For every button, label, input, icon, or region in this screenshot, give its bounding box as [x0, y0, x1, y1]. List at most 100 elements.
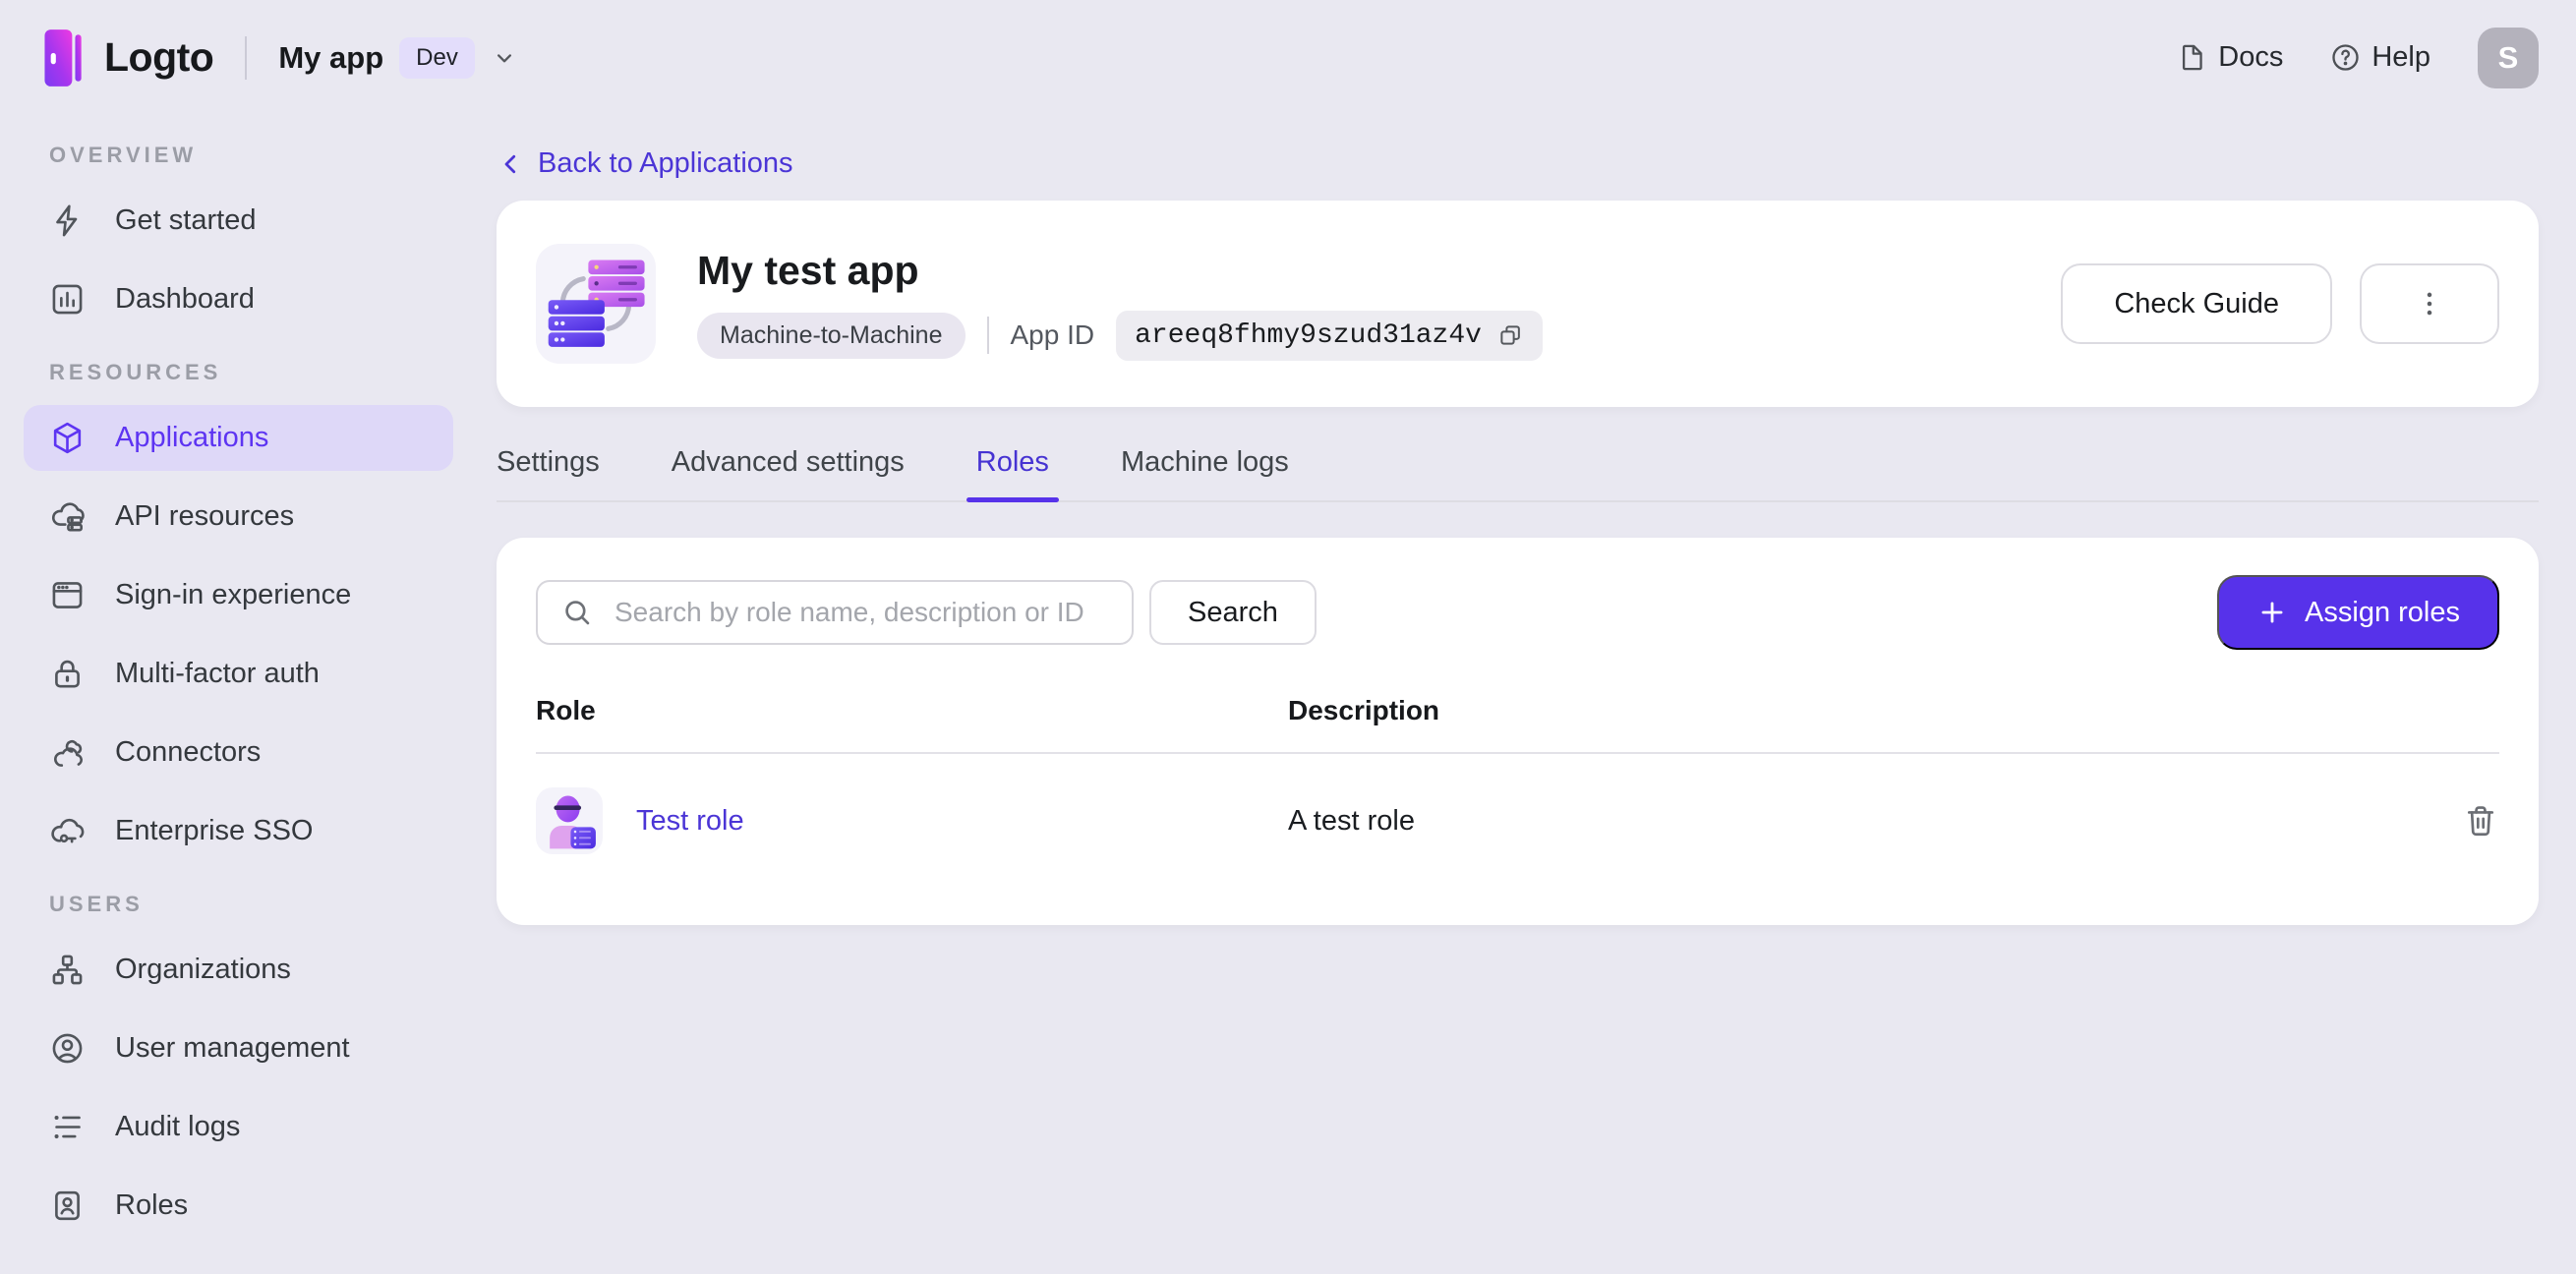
- column-header-description: Description: [1288, 695, 1440, 725]
- app-type-badge: Machine-to-Machine: [697, 312, 966, 359]
- machine-to-machine-app-icon: [536, 244, 656, 364]
- column-header-role: Role: [536, 695, 596, 725]
- sidebar-item-user-management[interactable]: User management: [24, 1015, 453, 1081]
- help-circle-icon: [2330, 42, 2361, 73]
- assign-roles-button[interactable]: Assign roles: [2217, 575, 2499, 650]
- id-card-icon: [49, 1187, 86, 1224]
- tenant-name: My app: [278, 39, 384, 75]
- app-detail-tabs: Settings Advanced settings Roles Machine lo…: [497, 446, 2539, 502]
- sidebar-item-label: User management: [115, 1032, 350, 1064]
- sidebar-item-connectors[interactable]: Connectors: [24, 720, 453, 785]
- sidebar-section-users: USERS Organizations User management Audit l…: [24, 890, 453, 1239]
- topbar: Logto My app Dev Docs Help S: [0, 0, 2576, 115]
- app-header-actions: Check Guide: [2061, 263, 2499, 344]
- sidebar-item-label: Dashboard: [115, 283, 255, 315]
- sidebar-item-dashboard[interactable]: Dashboard: [24, 266, 453, 332]
- main-content: Back to Applications My test app Machine…: [477, 115, 2576, 1274]
- back-to-applications-link[interactable]: Back to Applications: [497, 147, 793, 180]
- user-avatar[interactable]: S: [2478, 27, 2539, 88]
- cloud-key-icon: [49, 813, 86, 849]
- brand-name: Logto: [104, 34, 214, 80]
- bolt-icon: [49, 203, 86, 239]
- app-info: My test app Machine-to-Machine App ID ar…: [697, 248, 1543, 361]
- docs-button[interactable]: Docs: [2177, 41, 2283, 74]
- roles-table-header: Role Description: [536, 683, 2499, 754]
- logto-brand[interactable]: Logto: [37, 28, 214, 88]
- roles-table: Role Description Test role A test role: [536, 683, 2499, 888]
- search-input[interactable]: [536, 580, 1134, 645]
- sidebar-item-get-started[interactable]: Get started: [24, 188, 453, 254]
- app-id-label: App ID: [1010, 319, 1095, 350]
- sidebar-item-roles[interactable]: Roles: [24, 1173, 453, 1239]
- sidebar-item-label: Connectors: [115, 736, 262, 768]
- search-box: [536, 580, 1134, 645]
- help-button[interactable]: Help: [2330, 41, 2430, 74]
- topbar-actions: Docs Help S: [2177, 27, 2539, 88]
- sidebar-item-label: Get started: [115, 204, 257, 236]
- app-id-pill[interactable]: areeq8fhmy9szud31az4v: [1116, 310, 1543, 361]
- tenant-switcher[interactable]: My app Dev: [278, 36, 518, 79]
- tab-roles[interactable]: Roles: [966, 446, 1060, 502]
- logto-logo-icon: [37, 28, 85, 88]
- bar-chart-icon: [49, 281, 86, 318]
- sidebar: OVERVIEW Get started Dashboard RESOURCES App…: [0, 115, 477, 1274]
- sidebar-item-label: Organizations: [115, 954, 291, 985]
- roles-panel-card: Search Assign roles Role Description: [497, 538, 2539, 925]
- user-circle-icon: [49, 1030, 86, 1067]
- tab-settings[interactable]: Settings: [497, 446, 600, 500]
- sidebar-section-resources: RESOURCES Applications API resources Sign-i…: [24, 358, 453, 864]
- audit-list-icon: [49, 1109, 86, 1145]
- lock-icon: [49, 656, 86, 692]
- plus-icon: [2256, 597, 2288, 628]
- sidebar-item-organizations[interactable]: Organizations: [24, 937, 453, 1003]
- chevron-left-icon: [497, 149, 526, 179]
- copy-icon[interactable]: [1496, 321, 1524, 349]
- more-actions-button[interactable]: [2360, 263, 2499, 344]
- sidebar-item-multi-factor-auth[interactable]: Multi-factor auth: [24, 641, 453, 707]
- help-label: Help: [2371, 41, 2430, 73]
- sidebar-item-label: Audit logs: [115, 1111, 241, 1142]
- kebab-menu-icon: [2413, 287, 2446, 320]
- trash-icon[interactable]: [2462, 802, 2499, 840]
- search-icon: [561, 597, 593, 628]
- document-icon: [2177, 42, 2207, 73]
- cloud-server-icon: [49, 498, 86, 535]
- sidebar-section-overview: OVERVIEW Get started Dashboard: [24, 141, 453, 332]
- sidebar-item-audit-logs[interactable]: Audit logs: [24, 1094, 453, 1160]
- assign-roles-label: Assign roles: [2305, 596, 2460, 628]
- app-meta-row: Machine-to-Machine App ID areeq8fhmy9szu…: [697, 310, 1543, 361]
- topbar-divider: [245, 35, 248, 80]
- role-description: A test role: [1288, 804, 1415, 837]
- sidebar-item-label: Enterprise SSO: [115, 815, 314, 846]
- clouds-icon: [49, 734, 86, 771]
- env-badge: Dev: [399, 36, 475, 79]
- app-header-card: My test app Machine-to-Machine App ID ar…: [497, 201, 2539, 407]
- sidebar-item-sign-in-experience[interactable]: Sign-in experience: [24, 562, 453, 628]
- role-avatar: [536, 787, 603, 854]
- docs-label: Docs: [2218, 41, 2284, 73]
- chevron-down-icon: [491, 44, 518, 72]
- sidebar-item-label: Applications: [115, 422, 269, 453]
- meta-divider: [986, 317, 989, 354]
- table-row: Test role A test role: [536, 754, 2499, 888]
- browser-icon: [49, 577, 86, 613]
- roles-filter-row: Search Assign roles: [536, 575, 2499, 650]
- role-name-link[interactable]: Test role: [636, 805, 744, 838]
- search-button[interactable]: Search: [1149, 580, 1317, 645]
- sidebar-item-label: API resources: [115, 500, 295, 532]
- sidebar-section-label: OVERVIEW: [49, 143, 198, 167]
- sidebar-item-enterprise-sso[interactable]: Enterprise SSO: [24, 798, 453, 864]
- sidebar-item-label: Roles: [115, 1189, 189, 1221]
- org-chart-icon: [49, 952, 86, 988]
- tab-machine-logs[interactable]: Machine logs: [1121, 446, 1289, 500]
- sidebar-item-label: Sign-in experience: [115, 579, 352, 610]
- back-link-label: Back to Applications: [538, 147, 793, 179]
- tab-advanced-settings[interactable]: Advanced settings: [672, 446, 905, 500]
- sidebar-item-label: Multi-factor auth: [115, 658, 320, 689]
- sidebar-item-api-resources[interactable]: API resources: [24, 484, 453, 550]
- cube-icon: [49, 420, 86, 456]
- check-guide-button[interactable]: Check Guide: [2061, 263, 2332, 344]
- sidebar-section-label: USERS: [49, 892, 144, 916]
- sidebar-item-applications[interactable]: Applications: [24, 405, 453, 471]
- app-id-value: areeq8fhmy9szud31az4v: [1135, 319, 1482, 351]
